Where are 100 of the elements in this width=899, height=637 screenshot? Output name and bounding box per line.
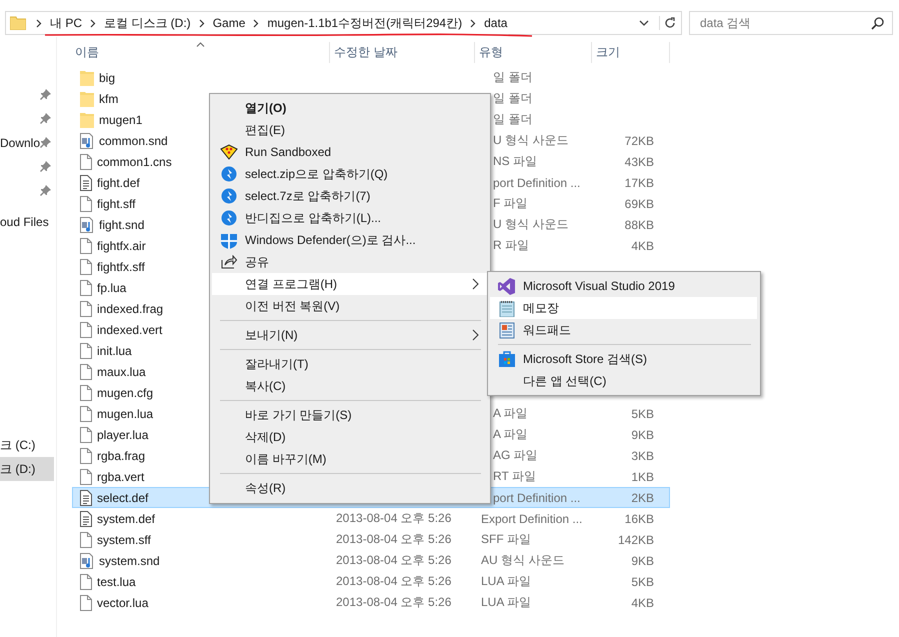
file-name[interactable]: fight.def (97, 176, 140, 190)
menu-item[interactable]: 속성(R) (212, 477, 487, 499)
file-name[interactable]: mugen1 (99, 112, 142, 126)
menu-item[interactable]: 복사(C) (212, 375, 487, 397)
folder-icon (80, 70, 94, 86)
file-type: AG 파일 (493, 448, 538, 462)
menu-item[interactable]: 열기(O) (212, 97, 487, 119)
chevron-icon[interactable] (90, 18, 96, 28)
menu-item[interactable]: select.7z로 압축하기(7) (212, 185, 487, 207)
file-size: 17KB (624, 176, 654, 190)
menu-item[interactable]: 편집(E) (212, 119, 487, 141)
column-header[interactable]: 유형 (475, 42, 592, 63)
sidebar-item[interactable]: Downlo (0, 131, 54, 155)
file-name[interactable]: mugen.cfg (97, 386, 154, 400)
notepad-icon (498, 300, 514, 316)
file-name[interactable]: indexed.vert (97, 322, 162, 336)
file-name[interactable]: system.snd (99, 554, 160, 568)
text-file-icon (80, 510, 92, 526)
file-icon (80, 238, 92, 254)
modified-date: 2013-08-04 오후 5:26 (336, 574, 452, 588)
file-name[interactable]: common1.cns (97, 154, 172, 168)
file-name[interactable]: kfm (99, 92, 118, 106)
file-name[interactable]: test.lua (97, 574, 136, 588)
file-name[interactable]: vector.lua (97, 596, 148, 610)
column-header[interactable]: 수정한 날짜 (330, 42, 475, 63)
file-icon (80, 574, 92, 590)
file-name[interactable]: system.def (97, 512, 156, 526)
file-name[interactable]: rgba.vert (97, 470, 144, 484)
file-type: 일 폴더 (493, 70, 532, 84)
chevron-icon[interactable] (253, 18, 260, 28)
audio-file-icon (80, 552, 94, 568)
file-size: 72KB (624, 134, 654, 148)
file-name[interactable]: mugen.lua (97, 406, 154, 420)
sidebar-item[interactable]: oud Files (0, 210, 54, 234)
file-name[interactable]: system.sff (97, 532, 151, 546)
breadcrumb[interactable]: mugen-1.1b1수정버전(캐릭터294칸) (267, 14, 462, 32)
file-name[interactable]: indexed.frag (97, 302, 164, 316)
file-name[interactable]: player.lua (97, 428, 148, 442)
file-name[interactable]: fight.snd (99, 218, 144, 232)
menu-item[interactable]: Windows Defender(으)로 검사... (212, 229, 487, 251)
file-name[interactable]: fp.lua (97, 280, 126, 294)
chevron-icon[interactable] (198, 18, 205, 28)
file-icon (80, 594, 92, 610)
file-name[interactable]: fight.sff (97, 196, 136, 210)
menu-item[interactable]: select.zip으로 압축하기(Q) (212, 163, 487, 185)
file-icon (80, 406, 92, 422)
file-type: AU 형식 사운드 (481, 553, 564, 567)
pin-icon (40, 89, 51, 100)
file-type: U 형식 사운드 (493, 217, 568, 231)
menu-item[interactable]: 보내기(N) (212, 324, 487, 346)
file-name[interactable]: init.lua (97, 344, 132, 358)
file-name[interactable]: fightfx.air (97, 238, 146, 252)
menu-item[interactable]: 다른 앱 선택(C) (490, 370, 757, 392)
menu-item[interactable]: 메모장 (490, 297, 757, 319)
breadcrumb[interactable]: 내 PC (50, 14, 82, 32)
sidebar-item[interactable]: 크 (D:) (0, 457, 54, 481)
menu-item[interactable]: Microsoft Store 검색(S) (490, 348, 757, 370)
menu-item[interactable]: 이전 버전 복원(V) (212, 295, 487, 317)
file-name[interactable]: big (99, 70, 116, 84)
breadcrumb[interactable]: data (484, 16, 508, 30)
file-name[interactable]: common.snd (99, 134, 168, 148)
menu-item[interactable]: 공유 (212, 251, 487, 273)
menu-item[interactable]: 연결 프로그램(H) (212, 273, 487, 295)
shield-icon (220, 232, 236, 248)
menu-item[interactable]: 이름 바꾸기(M) (212, 448, 487, 470)
column-header[interactable]: 크기 (592, 42, 670, 63)
file-type: U 형식 사운드 (493, 133, 568, 147)
sidebar-item[interactable]: 크 (C:) (0, 433, 54, 457)
file-name[interactable]: rgba.frag (97, 448, 146, 462)
menu-item[interactable]: 바로 가기 만들기(S) (212, 404, 487, 426)
file-type: LUA 파일 (481, 574, 532, 588)
address-bar[interactable]: 내 PC 로컬 디스크 (D:) Game mugen-1.1b1수정버전(캐릭터294칸) data (5, 11, 682, 35)
refresh-icon[interactable] (659, 16, 677, 30)
menu-item[interactable]: Microsoft Visual Studio 2019 (490, 275, 757, 297)
file-icon (80, 258, 92, 274)
chevron-icon[interactable] (36, 18, 42, 28)
file-name[interactable]: select.def (97, 490, 148, 504)
menu-item[interactable]: Run Sandboxed (212, 141, 487, 163)
text-file-icon (80, 490, 92, 506)
file-size: 4KB (631, 238, 654, 252)
bolt-icon (220, 210, 236, 226)
file-icon (80, 154, 92, 170)
file-name[interactable]: fightfx.sff (97, 260, 145, 274)
chevron-icon (472, 329, 479, 341)
file-type: RT 파일 (493, 469, 536, 483)
file-icon (80, 384, 92, 400)
column-header[interactable]: 이름 (72, 42, 330, 63)
file-name[interactable]: maux.lua (97, 364, 146, 378)
menu-item[interactable]: 워드패드 (490, 319, 757, 341)
file-size: 2KB (631, 490, 654, 504)
dropdown-icon[interactable] (639, 20, 649, 26)
chevron-icon[interactable] (470, 18, 476, 28)
breadcrumb[interactable]: Game (212, 16, 246, 30)
menu-item[interactable]: 삭제(D) (212, 426, 487, 448)
menu-item[interactable]: 잘라내기(T) (212, 353, 487, 375)
shopping-bag-icon (498, 351, 514, 367)
menu-item[interactable]: 반디집으로 압축하기(L)... (212, 207, 487, 229)
share-icon (220, 255, 236, 269)
breadcrumb[interactable]: 로컬 디스크 (D:) (104, 14, 191, 32)
search-field[interactable]: data 검색 (689, 11, 893, 35)
